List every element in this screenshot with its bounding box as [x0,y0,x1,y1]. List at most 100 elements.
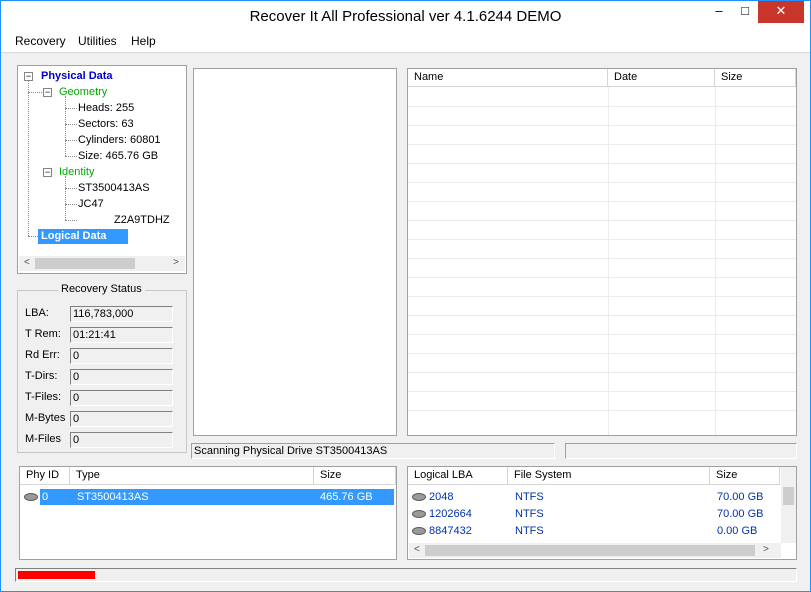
mfiles-label: M-Files [25,433,62,445]
tree-line [65,204,77,205]
minimize-button[interactable]: – [706,1,732,23]
partition-icon [412,510,426,518]
drive-tree[interactable]: − Physical Data − Geometry Heads: 255 Se… [17,65,187,274]
app-window: Recover It All Professional ver 4.1.6244… [0,0,811,592]
phy-size-cell: 465.76 GB [320,491,373,503]
physical-drives-table[interactable]: Phy ID Type Size 0 ST3500413AS 465.76 GB [19,466,397,560]
column-header-phy-size[interactable]: Size [314,467,396,485]
mbytes-value: 0 [70,411,173,427]
tree-line [65,108,77,109]
grid-line [408,296,796,297]
table-row[interactable]: 1202664 NTFS 70.00 GB [408,505,780,522]
tree-model[interactable]: ST3500413AS [78,182,150,194]
lba-cell: 1202664 [429,508,472,520]
grid-line [408,391,796,392]
tree-horizontal-scrollbar[interactable]: < > [19,256,185,271]
table-row[interactable]: 2048 NTFS 70.00 GB [408,488,780,505]
tree-sectors[interactable]: Sectors: 63 [78,118,134,130]
tree-firmware[interactable]: JC47 [78,198,104,210]
maximize-button[interactable]: □ [732,1,758,23]
grid-line [408,144,796,145]
logical-horizontal-scrollbar[interactable]: < > [409,543,781,558]
directory-panel[interactable] [193,68,397,436]
grid-line [408,315,796,316]
tree-line [28,236,38,237]
tree-physical-data[interactable]: Physical Data [41,70,113,82]
scroll-thumb[interactable] [35,258,135,269]
table-row[interactable]: 0 ST3500413AS 465.76 GB [20,488,396,505]
mfiles-value: 0 [70,432,173,448]
scroll-right-icon[interactable]: > [173,257,179,268]
tree-line [65,96,66,156]
hard-drive-icon [24,493,38,501]
fs-cell: NTFS [515,491,544,503]
menu-recovery[interactable]: Recovery [15,34,66,48]
partition-icon [412,527,426,535]
grid-line [408,258,796,259]
logical-partitions-table[interactable]: Logical LBA File System Size 2048 NTFS 7… [407,466,797,560]
file-list[interactable]: Name Date Size [407,68,797,436]
tree-size[interactable]: Size: 465.76 GB [78,150,158,162]
lba-value: 116,783,000 [70,306,173,322]
column-header-file-system[interactable]: File System [508,467,710,485]
table-row[interactable]: 8847432 NTFS 0.00 GB [408,522,780,539]
grid-line [608,87,609,435]
recovery-status-group: Recovery Status LBA: 116,783,000 T Rem: … [17,283,187,453]
total-dirs-value: 0 [70,369,173,385]
time-remaining-value: 01:21:41 [70,327,173,343]
collapse-geometry-icon[interactable]: − [43,88,52,97]
tree-line [65,176,66,220]
column-header-logical-lba[interactable]: Logical LBA [408,467,508,485]
column-header-name[interactable]: Name [408,69,608,87]
menu-bar: Recovery Utilities Help [1,31,810,53]
read-errors-value: 0 [70,348,173,364]
tree-geometry[interactable]: Geometry [59,86,107,98]
partition-icon [412,493,426,501]
secondary-status [565,443,797,459]
tree-line [65,124,77,125]
scroll-right-icon[interactable]: > [763,544,769,555]
total-files-value: 0 [70,390,173,406]
tree-line [65,188,77,189]
progress-track [15,568,797,582]
grid-line [408,334,796,335]
grid-line [408,220,796,221]
tree-serial[interactable]: Z2A9TDHZ [114,214,170,226]
menu-help[interactable]: Help [131,34,156,48]
size-cell: 70.00 GB [717,508,764,520]
size-cell: 0.00 GB [717,525,758,537]
scroll-left-icon[interactable]: < [414,544,420,555]
column-header-logical-size[interactable]: Size [710,467,780,485]
column-header-date[interactable]: Date [608,69,715,87]
tree-line [65,220,77,221]
total-files-label: T-Files: [25,391,62,403]
phy-id-cell: 0 [42,491,49,503]
grid-line [408,239,796,240]
grid-line [408,125,796,126]
close-button[interactable]: ✕ [758,1,804,23]
scan-status: Scanning Physical Drive ST3500413AS [191,443,555,459]
tree-cylinders[interactable]: Cylinders: 60801 [78,134,161,146]
tree-line [65,156,77,157]
tree-line [65,140,77,141]
tree-heads[interactable]: Heads: 255 [78,102,134,114]
column-header-size[interactable]: Size [715,69,796,87]
scroll-thumb[interactable] [425,545,755,556]
grid-line [408,163,796,164]
total-dirs-label: T-Dirs: [25,370,58,382]
size-cell: 70.00 GB [717,491,764,503]
collapse-identity-icon[interactable]: − [43,168,52,177]
title-bar[interactable]: Recover It All Professional ver 4.1.6244… [1,1,810,31]
time-remaining-label: T Rem: [25,328,61,340]
menu-utilities[interactable]: Utilities [78,34,117,48]
grid-line [408,106,796,107]
scroll-left-icon[interactable]: < [24,257,30,268]
fs-cell: NTFS [515,508,544,520]
scroll-thumb[interactable] [783,487,794,505]
column-header-phy-id[interactable]: Phy ID [20,467,70,485]
tree-logical-data[interactable]: Logical Data [38,229,128,244]
column-header-type[interactable]: Type [70,467,314,485]
mbytes-label: M-Bytes [25,412,66,424]
logical-vertical-scrollbar[interactable] [781,467,796,543]
grid-line [408,372,796,373]
